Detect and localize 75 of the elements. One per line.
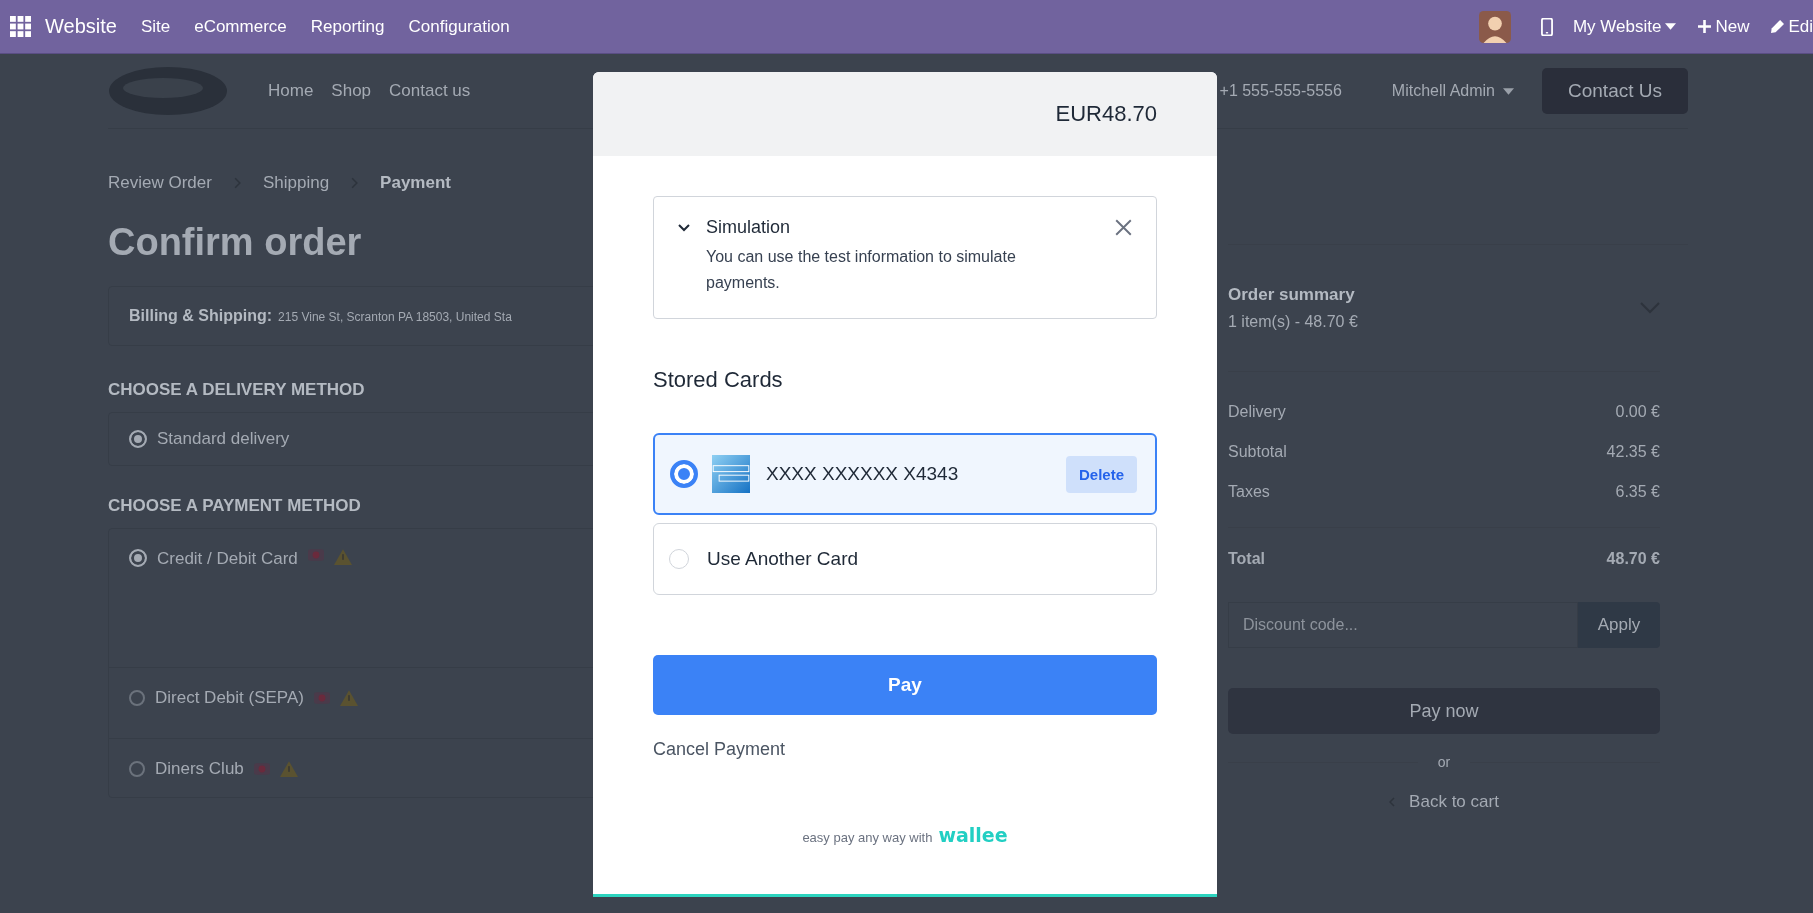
- avatar-icon[interactable]: [1478, 10, 1511, 43]
- card-option[interactable]: Use Another Card: [653, 523, 1157, 595]
- summary-title: Order summary: [1228, 285, 1356, 305]
- notice-title: Simulation: [706, 217, 791, 238]
- page-heading: Confirm order: [108, 221, 362, 264]
- payment-method: Direct Debit (SEPA): [155, 688, 304, 708]
- warning-icon: [339, 690, 358, 706]
- summary-label: Delivery: [1228, 403, 1286, 421]
- notice-text: You can use the test information to simulate payments.: [706, 247, 1017, 293]
- pencil-icon: [1771, 20, 1785, 33]
- radio-button[interactable]: [670, 460, 698, 488]
- billing-address: 215 Vine St, Scranton PA 18503, United Sta: [278, 310, 512, 324]
- edit-button[interactable]: Edi: [1771, 16, 1813, 37]
- apps-grid-icon[interactable]: [10, 16, 31, 37]
- summary-label: Taxes: [1228, 483, 1270, 501]
- contact-us-button[interactable]: Contact Us: [1542, 68, 1688, 114]
- radio-button[interactable]: [129, 761, 145, 777]
- breadcrumb-step[interactable]: Review Order: [108, 173, 212, 193]
- cancel-payment-link[interactable]: Cancel Payment: [653, 739, 1157, 760]
- summary-value: 6.35 €: [1615, 483, 1660, 501]
- brand-logo: wallee: [938, 824, 1008, 846]
- discount-code-field[interactable]: Discount code...: [1228, 602, 1578, 648]
- nav-link[interactable]: Home: [268, 81, 314, 101]
- chevron-down-icon[interactable]: [678, 223, 690, 232]
- user-dropdown[interactable]: Mitchell Admin: [1391, 82, 1514, 100]
- menu-item[interactable]: Site: [140, 16, 171, 37]
- menu-item[interactable]: Reporting: [310, 16, 385, 37]
- or-separator: or: [1437, 754, 1451, 770]
- total-value: 48.70 €: [1606, 550, 1660, 568]
- radio-button[interactable]: [129, 549, 147, 567]
- summary-label: Subtotal: [1228, 443, 1287, 461]
- back-to-cart-link[interactable]: Back to cart: [1228, 792, 1660, 812]
- mobile-icon[interactable]: [1540, 17, 1553, 36]
- radio-button[interactable]: [129, 430, 147, 448]
- flag-icon: [313, 692, 330, 704]
- warning-icon: [279, 761, 298, 777]
- card-option[interactable]: XXXX XXXXXX X4343 Delete: [653, 433, 1157, 515]
- summary-value: 0.00 €: [1615, 403, 1660, 421]
- breadcrumb-step[interactable]: Shipping: [262, 173, 330, 193]
- billing-label: Billing & Shipping:: [129, 307, 273, 325]
- apply-button[interactable]: Apply: [1578, 602, 1660, 648]
- delivery-option: Standard delivery: [157, 429, 290, 449]
- card-label: XXXX XXXXXX X4343: [766, 463, 959, 485]
- flag-icon: [307, 549, 324, 561]
- stored-cards-title: Stored Cards: [653, 367, 784, 393]
- footer-text: easy pay any way with: [802, 830, 933, 845]
- pay-button[interactable]: Pay: [653, 655, 1157, 715]
- radio-button[interactable]: [129, 690, 145, 706]
- delete-button[interactable]: Delete: [1065, 455, 1137, 493]
- section-title: CHOOSE A PAYMENT METHOD: [108, 496, 362, 516]
- section-title: CHOOSE A DELIVERY METHOD: [108, 380, 366, 400]
- app-name[interactable]: Website: [45, 15, 117, 38]
- card-label: Use Another Card: [707, 548, 859, 570]
- breadcrumb-step[interactable]: Payment: [380, 173, 451, 193]
- new-button[interactable]: New: [1698, 16, 1750, 37]
- summary-value: 42.35 €: [1606, 443, 1660, 461]
- phone-number: +1 555-555-5556: [1219, 82, 1342, 100]
- pay-now-button[interactable]: Pay now: [1228, 688, 1660, 734]
- payment-method: Credit / Debit Card: [157, 549, 298, 569]
- close-icon[interactable]: [1115, 219, 1132, 236]
- nav-link[interactable]: Contact us: [389, 81, 471, 101]
- menu-item[interactable]: Configuration: [408, 16, 510, 37]
- card-logo-icon: [712, 455, 750, 493]
- caret-icon: [1665, 23, 1677, 30]
- menu-item[interactable]: eCommerce: [194, 16, 287, 37]
- nav-link[interactable]: Shop: [331, 81, 372, 101]
- total-label: Total: [1228, 550, 1266, 568]
- summary-items: 1 item(s) - 48.70 €: [1228, 313, 1358, 331]
- caret-icon: [1503, 87, 1514, 95]
- amount-due: EUR48.70: [1055, 101, 1157, 127]
- warning-icon: [333, 549, 352, 565]
- flag-icon: [253, 763, 270, 775]
- website-dropdown[interactable]: My Website: [1572, 16, 1677, 37]
- plus-icon: [1698, 20, 1712, 33]
- payment-method: Diners Club: [155, 759, 244, 779]
